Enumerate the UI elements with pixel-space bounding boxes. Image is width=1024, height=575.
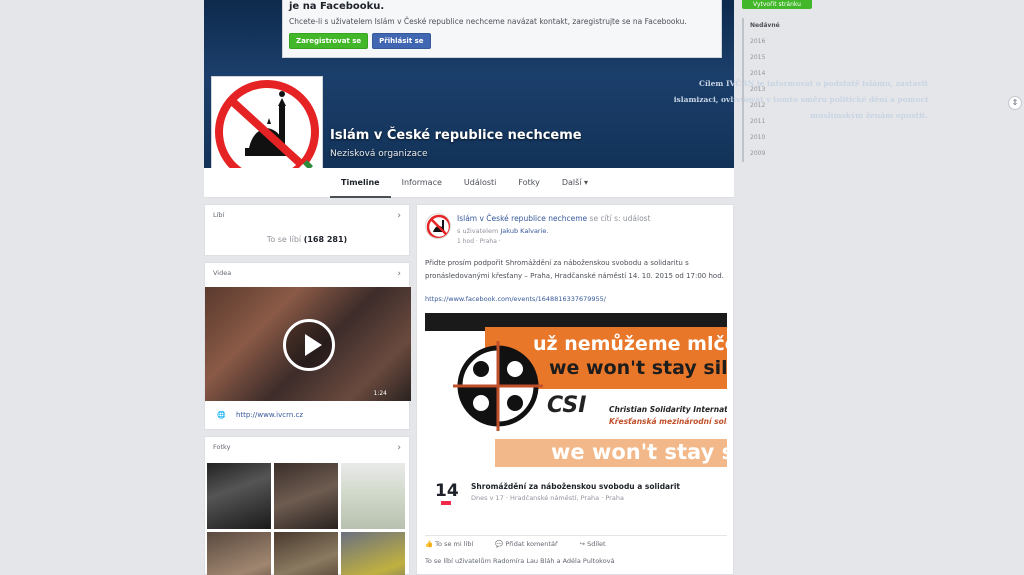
- video-thumbnail[interactable]: 1:24: [205, 287, 411, 401]
- post-author[interactable]: Islám v České republice nechceme: [457, 214, 587, 223]
- photos-card-header: Fotky: [213, 443, 231, 451]
- facebook-page: Cílem IVČRN je informovat o podstatě isl…: [0, 0, 1024, 575]
- tab-photos[interactable]: Fotky: [507, 168, 550, 198]
- timeline-post: Islám v České republice nechceme se cítí…: [416, 204, 734, 575]
- thumbs-up-icon: 👍: [425, 540, 434, 548]
- tagged-user-link[interactable]: Jakub Kalvarie.: [500, 227, 548, 235]
- like-button[interactable]: 👍 To se mi líbí: [425, 540, 473, 548]
- photo-thumbnail[interactable]: [341, 532, 405, 575]
- year-link[interactable]: 2011: [750, 114, 792, 130]
- photos-card: Fotky ›: [204, 436, 410, 575]
- photo-thumbnail[interactable]: [207, 463, 271, 529]
- website-link-row: 🌐 http://www.ivcrn.cz: [217, 411, 303, 419]
- page-title[interactable]: Islám v České republice nechceme: [330, 128, 582, 143]
- videos-card-header: Videa: [213, 269, 232, 277]
- photo-thumbnail[interactable]: [341, 463, 405, 529]
- post-text: Přidte prosím podpořit Shromáždění za ná…: [425, 259, 724, 280]
- login-title: je na Facebooku.: [289, 1, 385, 12]
- register-button[interactable]: Zaregistrovat se: [289, 33, 369, 49]
- year-link[interactable]: Nedávné: [750, 18, 792, 34]
- year-link[interactable]: 2012: [750, 98, 792, 114]
- scroll-indicator-icon[interactable]: ⇕: [1008, 96, 1022, 110]
- login-prompt: je na Facebooku. Chcete-li s uživatelem …: [282, 0, 722, 58]
- likes-count: (168 281): [303, 235, 348, 244]
- likes-count-line: To se líbí (168 281): [266, 235, 348, 244]
- slogan-czech: už nemůžeme mlčet: [533, 333, 727, 355]
- post-avatar[interactable]: [425, 213, 451, 239]
- comment-icon: 💬: [495, 540, 504, 548]
- tab-events[interactable]: Události: [453, 168, 507, 198]
- comment-button[interactable]: 💬 Přidat komentář: [495, 540, 557, 548]
- chevron-right-icon[interactable]: ›: [397, 211, 401, 221]
- play-icon[interactable]: [283, 319, 335, 371]
- globe-icon: 🌐: [217, 411, 226, 419]
- post-tagged-line: s uživatelem Jakub Kalvarie.: [457, 227, 549, 235]
- share-button[interactable]: ↪ Sdílet: [580, 540, 606, 548]
- create-page-button[interactable]: Vytvořit stránku: [742, 0, 812, 9]
- timeline-years: Nedávné 2016 2015 2014 2013 2012 2011 20…: [742, 18, 792, 162]
- photo-thumbnail[interactable]: [207, 532, 271, 575]
- event-details: Dnes v 17 · Hradčanské náměstí, Praha · …: [471, 494, 624, 502]
- likes-card: Líbí › To se líbí (168 281): [204, 204, 410, 256]
- year-link[interactable]: 2010: [750, 130, 792, 146]
- post-url-link[interactable]: https://www.facebook.com/events/16488163…: [425, 295, 606, 303]
- csi-logo: CSI: [547, 393, 587, 418]
- photo-thumbnail[interactable]: [274, 532, 338, 575]
- website-link[interactable]: http://www.ivcrn.cz: [236, 411, 303, 419]
- slogan-bottom: we won't stay silent: [551, 440, 727, 464]
- chevron-right-icon[interactable]: ›: [397, 269, 401, 279]
- tab-about[interactable]: Informace: [391, 168, 453, 198]
- video-duration: 1:24: [373, 390, 387, 397]
- share-icon: ↪: [579, 540, 586, 548]
- org-name-czech: Křesťanská mezinárodní solidarita: [609, 417, 727, 426]
- post-author-line: Islám v České republice nechceme se cítí…: [457, 214, 651, 223]
- crosshair-faces-icon: [453, 341, 543, 431]
- chevron-right-icon[interactable]: ›: [397, 443, 401, 453]
- calendar-month-marker: [441, 501, 451, 505]
- post-actions: 👍 To se mi líbí 💬 Přidat komentář ↪ Sdíl…: [425, 535, 727, 548]
- year-link[interactable]: 2016: [750, 34, 792, 50]
- year-link[interactable]: 2015: [750, 50, 792, 66]
- likes-card-header: Líbí: [213, 211, 225, 219]
- org-name-english: Christian Solidarity International: [609, 405, 727, 414]
- slogan-english: we won't stay silent: [549, 357, 727, 379]
- year-link[interactable]: 2013: [750, 82, 792, 98]
- event-title[interactable]: Shromáždění za náboženskou svobodu a sol…: [471, 482, 680, 491]
- year-link[interactable]: 2014: [750, 66, 792, 82]
- tab-more[interactable]: Další ▾: [551, 168, 599, 198]
- event-day: 14: [435, 481, 459, 501]
- tab-timeline[interactable]: Timeline: [330, 168, 391, 198]
- no-mosque-logo-icon: [426, 214, 450, 238]
- login-button[interactable]: Přihlásit se: [372, 33, 431, 49]
- event-banner-image[interactable]: už nemůžeme mlčet we won't stay silent C…: [425, 313, 727, 475]
- page-category: Nezisková organizace: [330, 149, 428, 159]
- post-timestamp[interactable]: 1 hod · Praha ·: [457, 238, 501, 245]
- cover-slogan: Cílem IVČRN je informovat o podstatě isl…: [673, 79, 928, 120]
- photo-thumbnail[interactable]: [274, 463, 338, 529]
- post-likes-summary: To se líbí uživatelům Radomíra Lau Bláh …: [425, 557, 615, 565]
- page-tabbar: Timeline Informace Události Fotky Další …: [204, 168, 734, 198]
- year-link[interactable]: 2009: [750, 146, 792, 162]
- login-text: Chcete-li s uživatelem Islám v České rep…: [289, 17, 687, 26]
- videos-card: Videa › 1:24 🌐 http://www.ivcrn.cz: [204, 262, 411, 430]
